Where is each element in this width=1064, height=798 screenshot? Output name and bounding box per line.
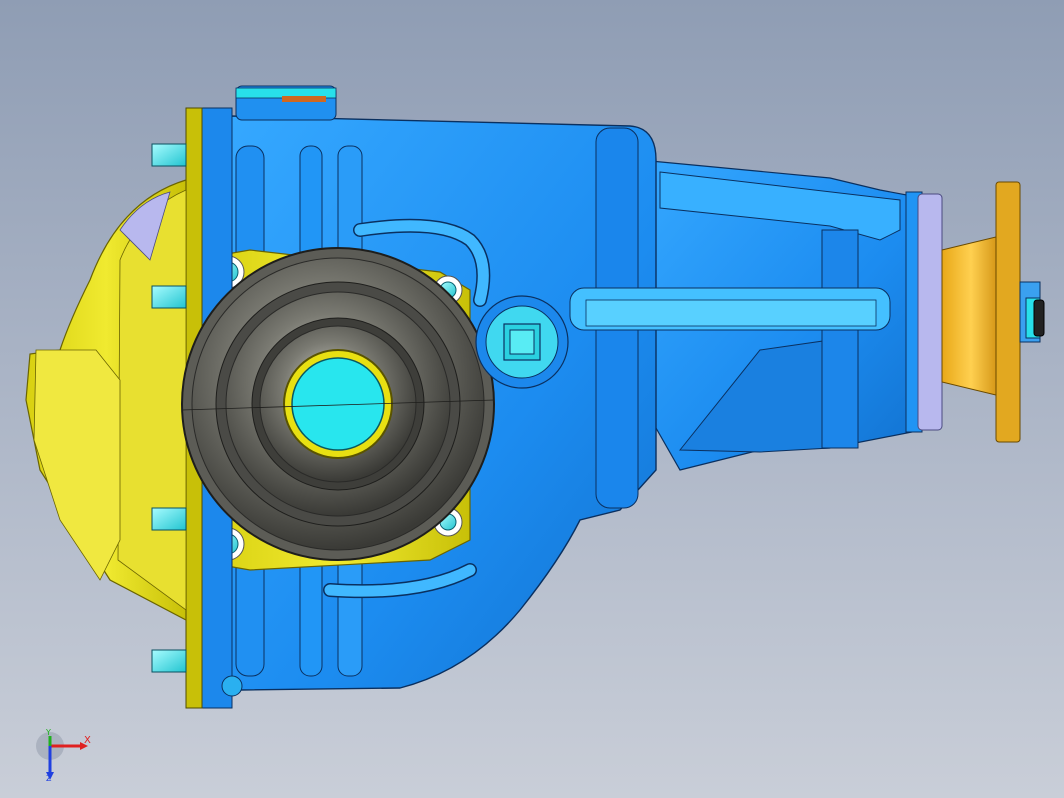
differential-model[interactable] bbox=[0, 0, 1064, 798]
seal-ring[interactable] bbox=[917, 193, 943, 431]
z-axis-label: Z bbox=[46, 774, 52, 783]
rear-cover[interactable] bbox=[25, 179, 187, 621]
cad-viewport[interactable]: X Y Z bbox=[0, 0, 1064, 798]
axis-triad: X Y Z bbox=[36, 728, 106, 788]
x-axis-label: X bbox=[84, 735, 91, 746]
companion-flange[interactable] bbox=[941, 181, 1045, 443]
fill-plug[interactable] bbox=[475, 295, 569, 389]
breather-cap[interactable] bbox=[221, 675, 243, 697]
y-axis-label: Y bbox=[46, 728, 51, 737]
axle-seal[interactable] bbox=[181, 247, 495, 561]
